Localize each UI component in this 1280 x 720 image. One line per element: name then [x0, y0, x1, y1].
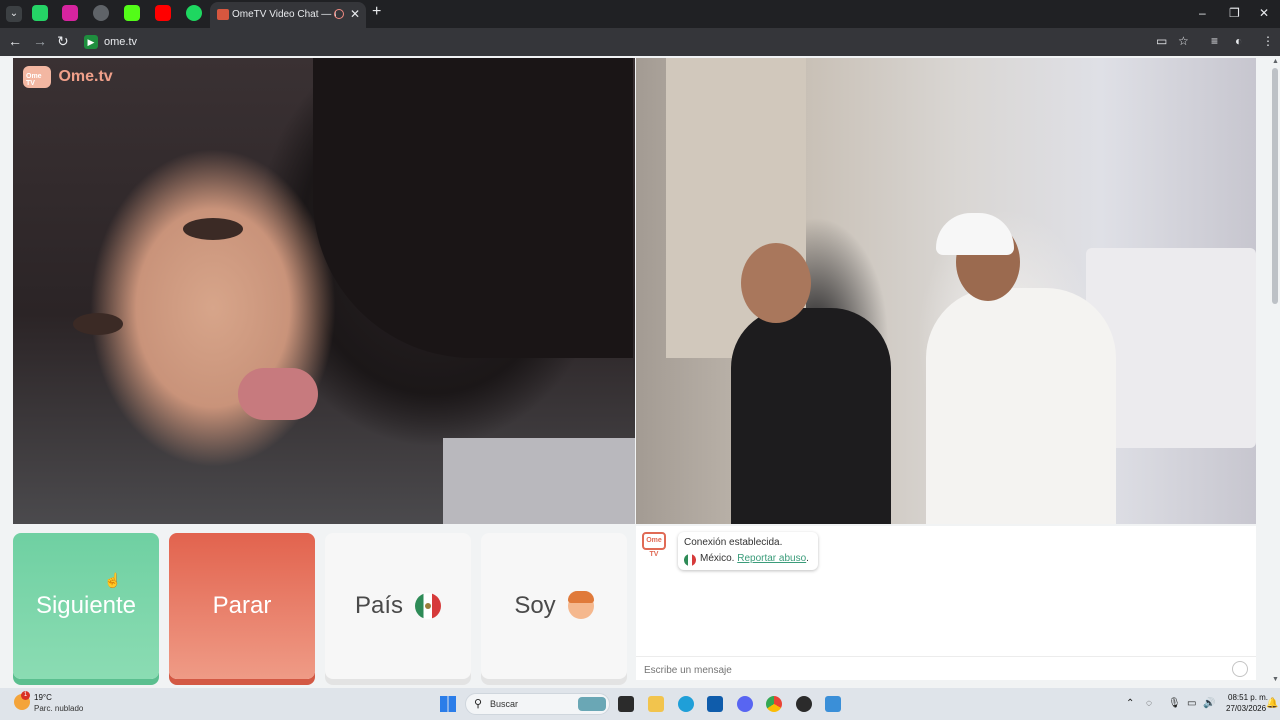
taskbar-search[interactable]: ⚲ Buscar [465, 693, 610, 715]
back-button[interactable]: ← [8, 33, 22, 49]
stop-button[interactable]: Parar [169, 533, 315, 679]
store-icon[interactable] [707, 696, 723, 712]
recording-icon [334, 9, 344, 19]
gender-button[interactable]: Soy [481, 533, 627, 679]
forward-button[interactable]: → [33, 33, 47, 49]
clock-date[interactable]: 27/03/2026 [1226, 704, 1266, 713]
next-button-label: Siguiente [35, 592, 137, 619]
browser-toolbar: ← → ↻ ▶ ome.tv ▭ ☆ ≡ ◐ ⋮ [0, 28, 1280, 56]
youtube-icon[interactable] [155, 5, 171, 21]
scroll-down-icon[interactable]: ▼ [1272, 676, 1279, 683]
local-video: Ome TV Ome.tv [13, 58, 635, 524]
mexico-flag-icon [415, 593, 442, 619]
whatsapp-icon[interactable] [32, 5, 48, 21]
maximize-button[interactable]: ❐ [1229, 6, 1240, 20]
message-input[interactable] [642, 661, 1226, 679]
video-head-shape [741, 243, 811, 323]
instagram-icon[interactable] [62, 5, 78, 21]
connection-status: Conexión establecida. [684, 537, 783, 548]
video-person-shape [731, 308, 891, 524]
bookmark-star-icon[interactable]: ☆ [1178, 34, 1189, 48]
ometv-favicon-icon [217, 9, 229, 20]
video-hair-shape [313, 58, 633, 358]
video-eye-shape [73, 313, 123, 335]
scroll-up-icon[interactable]: ▲ [1272, 58, 1279, 65]
chrome-icon[interactable] [766, 696, 782, 712]
profile-avatar-icon[interactable]: ◐ [1235, 34, 1242, 48]
spotify-icon[interactable] [186, 5, 202, 21]
ometv-logo-icon: Ome TV [23, 66, 51, 88]
emoji-icon[interactable] [1232, 661, 1248, 677]
tray-network-app-icon[interactable]: ◌ [1146, 698, 1152, 709]
message-bar [636, 656, 1256, 680]
weather-temperature[interactable]: 19°C [34, 693, 52, 702]
chatgpt-icon[interactable] [93, 5, 109, 21]
tab-bar: ⌄ OmeTV Video Chat — Ome ✕ + – ❐ ✕ [0, 0, 1280, 28]
page-content: Ome TV Ome.tv Siguiente Parar País Soy O… [0, 56, 1280, 688]
speaker-icon[interactable]: 🔊 [1203, 698, 1215, 709]
stranger-video [636, 58, 1256, 524]
video-lips-shape [238, 368, 318, 420]
report-abuse-link[interactable]: Reportar abuso [737, 553, 806, 564]
page-scrollbar[interactable]: ▲ ▼ [1270, 56, 1280, 688]
ometv-logo[interactable]: Ome TV Ome.tv [23, 66, 113, 88]
tab-close-icon[interactable]: ✕ [350, 7, 360, 21]
search-placeholder: Buscar [490, 699, 519, 709]
new-tab-button[interactable]: + [372, 3, 381, 21]
windows-taskbar: 1 19°C Parc. nublado ⚲ Buscar ⌃ ◌ 🎙 ▭ 🔊 … [0, 688, 1280, 720]
video-person-shape [926, 288, 1116, 524]
reload-button[interactable]: ↻ [57, 33, 69, 50]
search-highlight-icon [578, 697, 606, 711]
logo-text: Ome.tv [58, 68, 113, 85]
discord-icon[interactable] [737, 696, 753, 712]
video-shirt-shape [443, 438, 635, 524]
country-text: México. [700, 553, 735, 564]
gender-button-label: Soy [514, 592, 556, 619]
kick-icon[interactable] [124, 5, 140, 21]
weather-condition[interactable]: Parc. nublado [34, 704, 83, 713]
report-suffix: . [806, 553, 809, 564]
url-text[interactable]: ome.tv [104, 36, 137, 48]
search-icon: ⚲ [474, 698, 483, 710]
mexico-flag-small-icon [684, 554, 696, 566]
video-cap-shape [936, 213, 1014, 255]
country-button-label: País [354, 592, 404, 619]
tab-ometv[interactable]: OmeTV Video Chat — Ome ✕ [210, 2, 366, 28]
app-icon[interactable] [796, 696, 812, 712]
photos-icon[interactable] [825, 696, 841, 712]
chat-ometv-logo-icon: Ome TV [642, 532, 666, 558]
notification-icon[interactable]: 🔔 [1266, 698, 1278, 709]
close-window-button[interactable]: ✕ [1259, 6, 1269, 20]
scrollbar-thumb[interactable] [1272, 68, 1278, 304]
country-line: México. Reportar abuso. [700, 553, 809, 564]
windows-start-icon[interactable] [440, 696, 456, 712]
menu-icon[interactable]: ⋮ [1262, 34, 1274, 48]
media-control-icon[interactable]: ≡ [1211, 34, 1218, 48]
clock-time[interactable]: 08:51 p. m. [1228, 693, 1268, 702]
tab-search-button[interactable]: ⌄ [6, 6, 22, 22]
stop-button-label: Parar [212, 592, 272, 619]
tray-chevron-icon[interactable]: ⌃ [1126, 698, 1134, 709]
screen-share-icon[interactable]: ▭ [1156, 34, 1167, 48]
mouse-cursor-icon: ☝ [104, 572, 122, 588]
tab-title: OmeTV Video Chat — Ome [232, 9, 336, 20]
network-icon[interactable]: ▭ [1187, 698, 1196, 709]
task-view-icon[interactable] [618, 696, 634, 712]
file-explorer-icon[interactable] [648, 696, 664, 712]
chat-panel: Ome TV Conexión establecida. México. Rep… [636, 526, 1256, 680]
next-button[interactable]: Siguiente [13, 533, 159, 679]
video-eye-shape [183, 218, 243, 240]
logo-badge-text: Ome TV [26, 73, 42, 87]
edge-icon[interactable] [678, 696, 694, 712]
system-message: Conexión establecida. México. Reportar a… [678, 532, 818, 570]
microphone-icon[interactable]: 🎙 [1168, 698, 1181, 709]
site-info-icon[interactable]: ▶ [84, 35, 98, 49]
boy-emoji-icon [567, 591, 594, 619]
minimize-button[interactable]: – [1199, 6, 1206, 20]
weather-badge: 1 [21, 691, 30, 700]
address-bar[interactable]: ▶ ome.tv [80, 31, 1205, 53]
country-button[interactable]: País [325, 533, 471, 679]
